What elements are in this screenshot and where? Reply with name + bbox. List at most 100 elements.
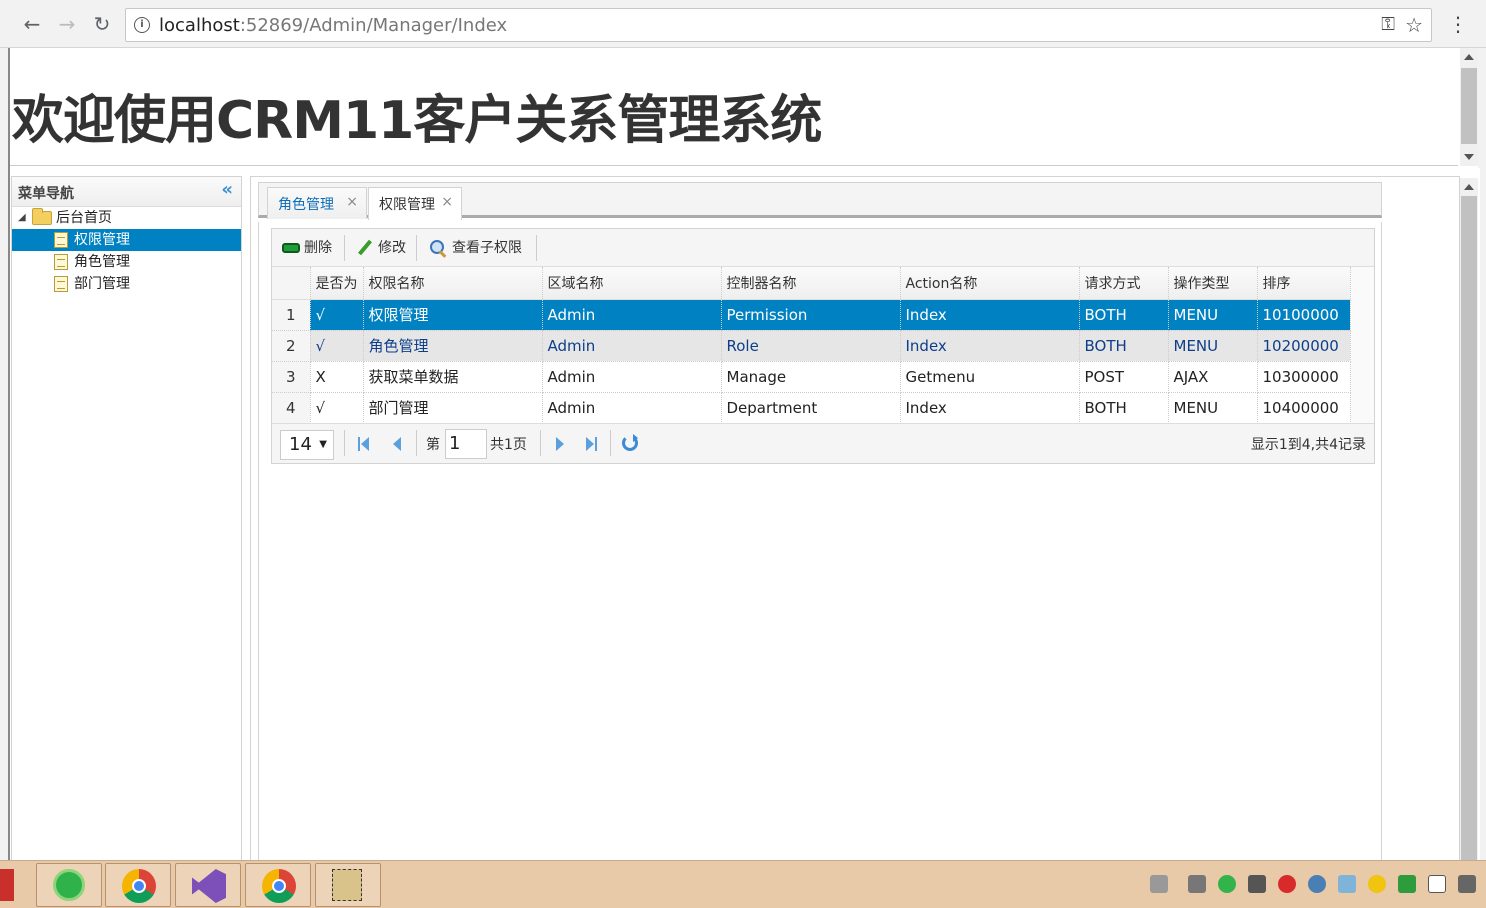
plus-tray-icon[interactable] (1368, 875, 1386, 893)
scroll-down-icon[interactable] (1464, 154, 1474, 160)
main-panel: 角色管理 × 权限管理 × 删除 修改 查看子权限 是否为 权限名称 区域名称 … (250, 176, 1460, 867)
table-cell: 10400000 (1257, 392, 1351, 424)
pager-divider (540, 430, 541, 456)
window-icon[interactable] (1188, 875, 1206, 893)
keyboard-icon[interactable] (1150, 875, 1168, 893)
back-icon[interactable]: ← (20, 10, 44, 38)
menu-dots-icon[interactable]: ⋮ (1448, 12, 1468, 36)
table-cell: 10100000 (1257, 299, 1351, 331)
app-tray-icon[interactable] (1278, 875, 1296, 893)
file-icon (54, 276, 68, 292)
table-cell: MENU (1168, 299, 1258, 331)
shield-icon[interactable] (1398, 875, 1416, 893)
monitor-icon[interactable] (1248, 875, 1266, 893)
row-number: 3 (272, 361, 311, 393)
tab-permission-management[interactable]: 权限管理 × (368, 187, 462, 220)
url-text[interactable]: localhost:52869/Admin/Manager/Index (159, 15, 507, 36)
device-icon[interactable] (1428, 875, 1446, 893)
table-row[interactable]: 3 X 获取菜单数据 Admin Manage Getmenu POST AJA… (272, 361, 1351, 393)
close-icon[interactable]: × (441, 194, 453, 210)
chrome-taskbar-button[interactable] (105, 863, 171, 907)
column-header[interactable]: 区域名称 (542, 267, 722, 300)
scroll-up-icon[interactable] (1464, 54, 1474, 60)
nav-tree: ◢ 后台首页 权限管理 角色管理 部门管理 (12, 207, 241, 295)
table-row[interactable]: 1 √ 权限管理 Admin Permission Index BOTH MEN… (272, 299, 1351, 331)
sidebar-item-department[interactable]: 部门管理 (12, 273, 241, 295)
column-header[interactable]: 控制器名称 (721, 267, 901, 300)
page-scrollbar[interactable] (1460, 178, 1478, 860)
column-header[interactable]: Action名称 (900, 267, 1080, 300)
toolbar-divider (536, 235, 537, 261)
ie-taskbar-button[interactable] (36, 863, 102, 907)
table-cell: MENU (1168, 392, 1258, 424)
first-page-icon[interactable] (356, 434, 376, 454)
storage-icon[interactable] (1338, 875, 1356, 893)
page-title: 欢迎使用CRM11客户关系管理系统 (12, 91, 822, 151)
table-row[interactable]: 4 √ 部门管理 Admin Department Index BOTH MEN… (272, 392, 1351, 424)
column-header[interactable]: 请求方式 (1079, 267, 1169, 300)
visual-studio-taskbar-button[interactable] (175, 863, 241, 907)
chrome-taskbar-button-2[interactable] (245, 863, 311, 907)
table-cell: Admin (542, 361, 722, 393)
tree-root[interactable]: ◢ 后台首页 (12, 207, 241, 229)
info-icon[interactable]: i (134, 17, 150, 33)
column-header[interactable]: 是否为 (310, 267, 364, 300)
next-page-icon[interactable] (550, 434, 570, 454)
page-number-input[interactable]: 1 (445, 429, 487, 459)
sidebar-title: 菜单导航 (18, 186, 74, 202)
first-triangle (361, 437, 369, 451)
table-cell: Index (900, 299, 1080, 331)
pager-divider (344, 430, 345, 456)
column-header[interactable]: 权限名称 (363, 267, 543, 300)
last-page-icon[interactable] (582, 434, 602, 454)
scroll-thumb[interactable] (1461, 196, 1477, 860)
tab-role-management[interactable]: 角色管理 × (267, 187, 367, 219)
view-children-label: 查看子权限 (452, 240, 522, 256)
page-size-select[interactable]: 14 ▼ (280, 430, 334, 460)
edit-button[interactable]: 修改 (350, 233, 406, 263)
sidebar-item-role[interactable]: 角色管理 (12, 251, 241, 273)
table-row[interactable]: 2 √ 角色管理 Admin Role Index BOTH MENU 1020… (272, 330, 1351, 362)
table-cell: 获取菜单数据 (363, 361, 543, 393)
table-cell: AJAX (1168, 361, 1258, 393)
edit-label: 修改 (378, 240, 406, 256)
table-cell: POST (1079, 361, 1169, 393)
chrome-icon (122, 869, 156, 903)
view-children-button[interactable]: 查看子权限 (424, 233, 522, 263)
expand-triangle-icon[interactable]: ◢ (18, 207, 26, 229)
page-total: 共1页 (490, 437, 527, 453)
column-header[interactable]: 操作类型 (1168, 267, 1258, 300)
close-icon[interactable]: × (346, 194, 358, 210)
pagination-bar: 14 ▼ 第 1 共1页 显示1到4,共4记录 (272, 423, 1374, 463)
table-cell: BOTH (1079, 299, 1169, 331)
tools-icon (332, 869, 362, 901)
key-icon[interactable]: ⚿ (1381, 14, 1395, 35)
sidebar-item-permission[interactable]: 权限管理 (12, 229, 241, 251)
forward-icon[interactable]: → (55, 10, 79, 38)
tool-taskbar-button[interactable] (315, 863, 381, 907)
refresh-icon[interactable] (622, 434, 638, 451)
os-taskbar (0, 860, 1486, 908)
prev-page-icon[interactable] (388, 434, 408, 454)
ie-tray-icon[interactable] (1218, 875, 1236, 893)
data-table: 是否为 权限名称 区域名称 控制器名称 Action名称 请求方式 操作类型 排… (272, 267, 1351, 424)
header-scrollbar[interactable] (1460, 48, 1478, 166)
scroll-thumb[interactable] (1461, 68, 1477, 144)
reload-icon[interactable]: ↻ (90, 10, 114, 38)
start-icon[interactable] (0, 869, 14, 901)
table-cell: √ (310, 330, 364, 362)
scroll-up-icon[interactable] (1464, 184, 1474, 190)
address-bar[interactable]: i localhost:52869/Admin/Manager/Index ⚿ … (125, 8, 1432, 42)
folder-icon (32, 208, 52, 225)
delete-button[interactable]: 删除 (276, 233, 332, 263)
tab-bar: 角色管理 × 权限管理 × (258, 182, 1382, 220)
table-cell: BOTH (1079, 392, 1169, 424)
url-path: :52869/Admin/Manager/Index (239, 15, 508, 36)
collapse-icon[interactable]: « (221, 179, 233, 200)
signal-icon[interactable] (1458, 875, 1476, 893)
tree-root-label: 后台首页 (56, 210, 112, 226)
delete-icon (282, 243, 300, 253)
star-icon[interactable]: ☆ (1405, 13, 1423, 37)
column-header[interactable]: 排序 (1257, 267, 1351, 300)
network-globe-icon[interactable] (1308, 875, 1326, 893)
